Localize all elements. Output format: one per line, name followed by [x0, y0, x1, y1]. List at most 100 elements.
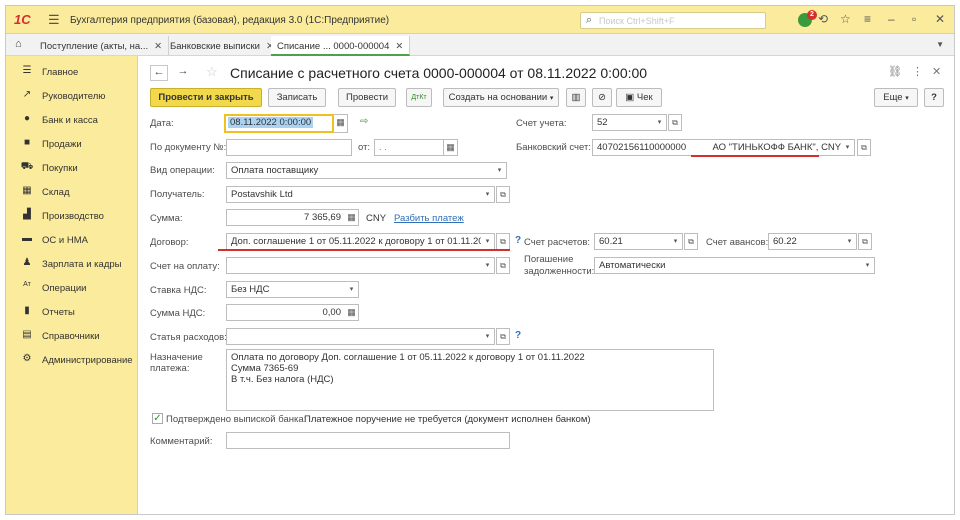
op-type-field[interactable]: Оплата поставщику — [226, 162, 494, 179]
link-icon[interactable]: ⛓ — [888, 65, 902, 78]
open-icon[interactable]: ⧉ — [496, 186, 510, 203]
sidebar-item-purchases[interactable]: ⛟ Покупки — [6, 158, 138, 180]
calculator-icon[interactable]: ▦ — [345, 209, 359, 226]
open-icon[interactable]: ⧉ — [858, 233, 872, 250]
comment-field[interactable] — [226, 432, 510, 449]
more-vertical-icon[interactable]: ⋮ — [912, 65, 923, 78]
calculator-icon[interactable]: ▦ — [345, 304, 359, 321]
post-and-close-button[interactable]: Провести и закрыть — [150, 88, 262, 107]
tab-write-off[interactable]: Списание ... 0000-000004 ✕ — [271, 36, 411, 56]
vat-rate-field[interactable]: Без НДС — [226, 281, 346, 298]
favorites-star-icon[interactable]: ☆ — [840, 12, 851, 26]
adv-acc-label: Счет авансов: — [706, 237, 769, 248]
chevron-down-icon[interactable]: ▾ — [493, 162, 507, 179]
open-icon[interactable]: ⧉ — [496, 233, 510, 250]
chevron-down-icon[interactable]: ▾ — [843, 233, 857, 250]
purpose-label-line2: платежа: — [150, 363, 190, 374]
date-field[interactable]: 08.11.2022 0:00:00 — [224, 114, 334, 133]
by-doc-field[interactable] — [226, 139, 352, 156]
sidebar-item-production[interactable]: ▟ Производство — [6, 206, 138, 228]
write-button[interactable]: Записать — [268, 88, 326, 107]
history-icon[interactable]: ⟲ — [818, 12, 828, 26]
restore-icon[interactable]: ▫ — [912, 12, 916, 26]
help-button[interactable]: ? — [924, 88, 944, 107]
chevron-down-icon[interactable]: ▾ — [841, 139, 855, 156]
calendar-icon[interactable]: ▦ — [334, 114, 348, 133]
vat-sum-field[interactable]: 0,00 — [226, 304, 346, 321]
sidebar-item-label: Операции — [42, 283, 87, 294]
recipient-field[interactable]: Postavshik Ltd — [226, 186, 482, 203]
report-icon[interactable]: ▥ — [566, 88, 586, 107]
sidebar-item-sales[interactable]: ■ Продажи — [6, 134, 138, 156]
chevron-down-icon[interactable]: ▾ — [481, 186, 495, 203]
sidebar-item-reports[interactable]: ▮ Отчеты — [6, 302, 138, 324]
forward-arrow-icon[interactable]: → — [174, 65, 192, 81]
printer-icon: ▣ — [625, 92, 635, 103]
main-menu-icon[interactable]: ☰ — [48, 12, 60, 28]
dt-kt-button[interactable]: ДтКт — [406, 88, 432, 107]
invoice-field[interactable] — [226, 257, 482, 274]
bank-account-field[interactable]: 40702156110000000 АО "ТИНЬКОФФ БАНК", CN… — [592, 139, 842, 156]
chevron-down-icon[interactable]: ▾ — [861, 257, 875, 274]
close-tab-icon[interactable]: ✕ — [395, 41, 403, 52]
chevron-down-icon[interactable]: ▾ — [345, 281, 359, 298]
split-payment-link[interactable]: Разбить платеж — [394, 213, 464, 224]
account-label: Счет учета: — [516, 118, 567, 129]
receipt-button[interactable]: ▣ Чек — [616, 88, 662, 107]
attachment-icon[interactable]: ⊘ — [592, 88, 612, 107]
calendar-icon[interactable]: ▦ — [444, 139, 458, 156]
favorite-star-icon[interactable]: ☆ — [206, 64, 218, 80]
expense-field[interactable] — [226, 328, 482, 345]
by-doc-label: По документу №: — [150, 142, 227, 153]
sidebar-item-main[interactable]: ☰ Главное — [6, 62, 138, 84]
sidebar-item-operations[interactable]: Ат Операции — [6, 278, 138, 300]
open-icon[interactable]: ⧉ — [668, 114, 682, 131]
close-tab-icon[interactable]: ✕ — [154, 41, 162, 52]
tabs-dropdown-icon[interactable]: ▼ — [936, 40, 944, 49]
contract-field[interactable]: Доп. соглашение 1 от 05.11.2022 к догово… — [226, 233, 482, 250]
help-question-icon[interactable]: ? — [515, 235, 521, 246]
chevron-down-icon[interactable]: ▾ — [481, 257, 495, 274]
sidebar-item-admin[interactable]: ⚙ Администрирование — [6, 350, 138, 372]
sidebar-item-label: Банк и касса — [42, 115, 98, 126]
chevron-down-icon[interactable]: ▾ — [481, 233, 495, 250]
gear-icon: ⚙ — [22, 353, 32, 364]
confirmed-checkbox[interactable]: ✓ — [152, 413, 163, 424]
chevron-down-icon[interactable]: ▾ — [669, 233, 683, 250]
tab-bank-statements[interactable]: Банковские выписки ✕ — [164, 36, 281, 55]
close-window-icon[interactable]: ✕ — [935, 12, 945, 26]
sidebar-item-warehouse[interactable]: ▦ Склад — [6, 182, 138, 204]
search-input[interactable]: ⌕ Поиск Ctrl+Shift+F — [580, 12, 766, 29]
sidebar-item-catalogs[interactable]: ▤ Справочники — [6, 326, 138, 348]
sidebar-item-bank[interactable]: ● Банк и касса — [6, 110, 138, 132]
sidebar-item-fixed-assets[interactable]: ▬ ОС и НМА — [6, 230, 138, 252]
create-based-label: Создать на основании — [448, 92, 548, 103]
minimize-icon[interactable]: – — [888, 12, 895, 26]
payment-purpose-textarea[interactable]: Оплата по договору Доп. соглашение 1 от … — [226, 349, 714, 411]
sidebar-item-salary[interactable]: ♟ Зарплата и кадры — [6, 254, 138, 276]
chevron-down-icon[interactable]: ▾ — [481, 328, 495, 345]
create-based-on-button[interactable]: Создать на основании ▾ — [443, 88, 559, 107]
back-arrow-icon[interactable]: ← — [150, 65, 168, 81]
open-icon[interactable]: ⧉ — [496, 257, 510, 274]
from-date-field[interactable]: . . — [374, 139, 444, 156]
settings-lines-icon[interactable]: ≡ — [864, 12, 871, 26]
sidebar-item-manager[interactable]: ↗ Руководителю — [6, 86, 138, 108]
home-icon[interactable]: ⌂ — [15, 38, 22, 50]
sidebar-item-label: ОС и НМА — [42, 235, 88, 246]
settle-acc-field[interactable]: 60.21 — [594, 233, 670, 250]
more-button[interactable]: Еще ▾ — [874, 88, 918, 107]
sum-field[interactable]: 7 365,69 — [226, 209, 346, 226]
account-field[interactable]: 52 — [592, 114, 654, 131]
arrow-right-icon[interactable]: ⇨ — [360, 116, 368, 127]
help-question-icon[interactable]: ? — [515, 330, 521, 341]
tab-receipt[interactable]: Поступление (акты, на... ✕ — [34, 36, 170, 55]
open-icon[interactable]: ⧉ — [684, 233, 698, 250]
open-icon[interactable]: ⧉ — [857, 139, 871, 156]
close-form-icon[interactable]: ✕ — [932, 65, 941, 78]
chevron-down-icon[interactable]: ▾ — [653, 114, 667, 131]
post-button[interactable]: Провести — [338, 88, 396, 107]
repay-field[interactable]: Автоматически — [594, 257, 862, 274]
adv-acc-field[interactable]: 60.22 — [768, 233, 844, 250]
open-icon[interactable]: ⧉ — [496, 328, 510, 345]
